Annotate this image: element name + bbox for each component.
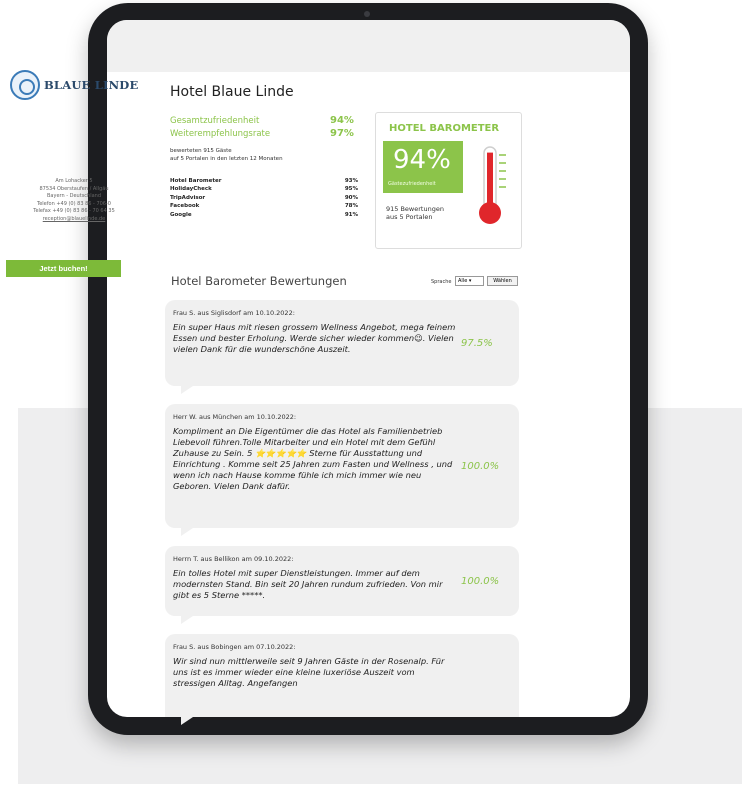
page-title: Hotel Blaue Linde [170, 84, 294, 100]
recommendation-label: Weiterempfehlungsrate [170, 129, 271, 139]
portal-name: Facebook [170, 203, 200, 210]
barometer-title: HOTEL BAROMETER [389, 123, 500, 134]
overall-satisfaction-row: Gesamtzufriedenheit 94% [170, 115, 354, 126]
language-select-value: Alle [458, 278, 468, 284]
reviews-section-title: Hotel Barometer Bewertungen [171, 274, 347, 288]
overall-satisfaction-value: 94% [330, 115, 354, 126]
portal-value: 93% [344, 178, 358, 184]
rating-note-line: auf 5 Portalen in den letzten 12 Monaten [170, 156, 283, 162]
review-score: 100.0% [461, 576, 500, 587]
rating-note-line: bewerteten 915 Gäste [170, 148, 232, 154]
review-text: Ein super Haus mit riesen grossem Wellne… [173, 322, 456, 354]
choose-button[interactable]: Wählen [487, 276, 518, 286]
portal-name: Google [170, 211, 192, 218]
review-card: Frau S. aus Siglisdorf am 10.10.2022: Ei… [165, 300, 519, 394]
thermometer-icon [479, 146, 506, 224]
camera-dot [364, 11, 370, 17]
review-text: Ein tolles Hotel mit super Dienstleistun… [173, 568, 443, 600]
address-line: Am Lohacker 5 [55, 178, 93, 184]
barometer-percent: 94% [393, 145, 451, 175]
address-line: 87534 Oberstaufen / Allgäu [39, 185, 109, 192]
rating-note: bewerteten 915 Gäste auf 5 Portalen in d… [170, 147, 283, 163]
portal-row: Hotel Barometer 93% [170, 178, 358, 186]
portal-value: 90% [344, 194, 358, 201]
review-card: Herr W. aus München am 10.10.2022: Kompl… [165, 404, 519, 536]
review-author: Frau S. aus Siglisdorf am 10.10.2022: [173, 309, 295, 317]
barometer-subtitle: Gästezufriedenheit [388, 181, 436, 187]
portal-ratings-table: Hotel Barometer 93% HolidayCheck 95% TripA… [170, 178, 358, 220]
hotel-address: Am Lohacker 5 87534 Oberstaufen / Allgäu… [0, 178, 148, 224]
barometer-count-line: 915 Bewertungen [386, 205, 444, 213]
address-line: Telefon +49 (0) 83 86 - 706-0 [37, 200, 111, 207]
browser-top-bar [107, 20, 630, 72]
portal-value: 91% [344, 211, 358, 218]
review-text: Kompliment an Die Eigentümer die das Hot… [173, 426, 453, 491]
review-score: 97.5% [461, 338, 493, 349]
email-link[interactable]: reception@blauelinde.de [0, 216, 148, 224]
overall-satisfaction-label: Gesamtzufriedenheit [170, 116, 260, 126]
barometer-score-panel: 94% Gästezufriedenheit [383, 141, 463, 193]
address-line: Telefax +49 (0) 83 86 - 70 64 35 [33, 208, 115, 215]
portal-name: HolidayCheck [170, 186, 212, 193]
portal-value: 95% [344, 186, 358, 193]
book-now-button[interactable]: Jetzt buchen! [6, 260, 121, 277]
review-author: Herr W. aus München am 10.10.2022: [173, 413, 297, 421]
chevron-down-icon: ▾ [468, 278, 472, 284]
review-card: Frau S. aus Bobingen am 07.10.2022: Wir … [165, 634, 519, 725]
portal-row: Facebook 78% [170, 203, 358, 211]
portal-row: TripAdvisor 90% [170, 195, 358, 203]
language-label: Sprache [431, 279, 452, 285]
portal-row: HolidayCheck 95% [170, 186, 358, 194]
portal-row: Google 91% [170, 212, 358, 220]
language-select[interactable]: Alle ▾ [455, 276, 484, 286]
recommendation-row: Weiterempfehlungsrate 97% [170, 128, 354, 139]
hotel-barometer-widget[interactable]: HOTEL BAROMETER 94% Gästezufriedenheit 9… [375, 112, 522, 249]
barometer-review-count: 915 Bewertungen aus 5 Portalen [386, 205, 444, 221]
logo-text: BLAUE LINDE [44, 78, 139, 92]
portal-name: Hotel Barometer [170, 178, 222, 184]
address-line: Bayern - Deutschland [46, 193, 102, 200]
portal-name: TripAdvisor [170, 194, 206, 201]
barometer-count-line: aus 5 Portalen [386, 213, 433, 221]
review-card: Herrn T. aus Bellikon am 09.10.2022: Ein… [165, 546, 519, 624]
review-author: Herrn T. aus Bellikon am 09.10.2022: [173, 555, 294, 563]
review-author: Frau S. aus Bobingen am 07.10.2022: [173, 643, 296, 651]
review-score: 100.0% [461, 461, 500, 472]
review-text: Wir sind nun mittlerweile seit 9 Jahren … [173, 656, 445, 688]
hotel-logo[interactable]: BLAUE LINDE [10, 66, 139, 106]
recommendation-value: 97% [330, 128, 354, 139]
logo-emblem-icon [10, 70, 40, 100]
portal-value: 78% [344, 203, 358, 210]
